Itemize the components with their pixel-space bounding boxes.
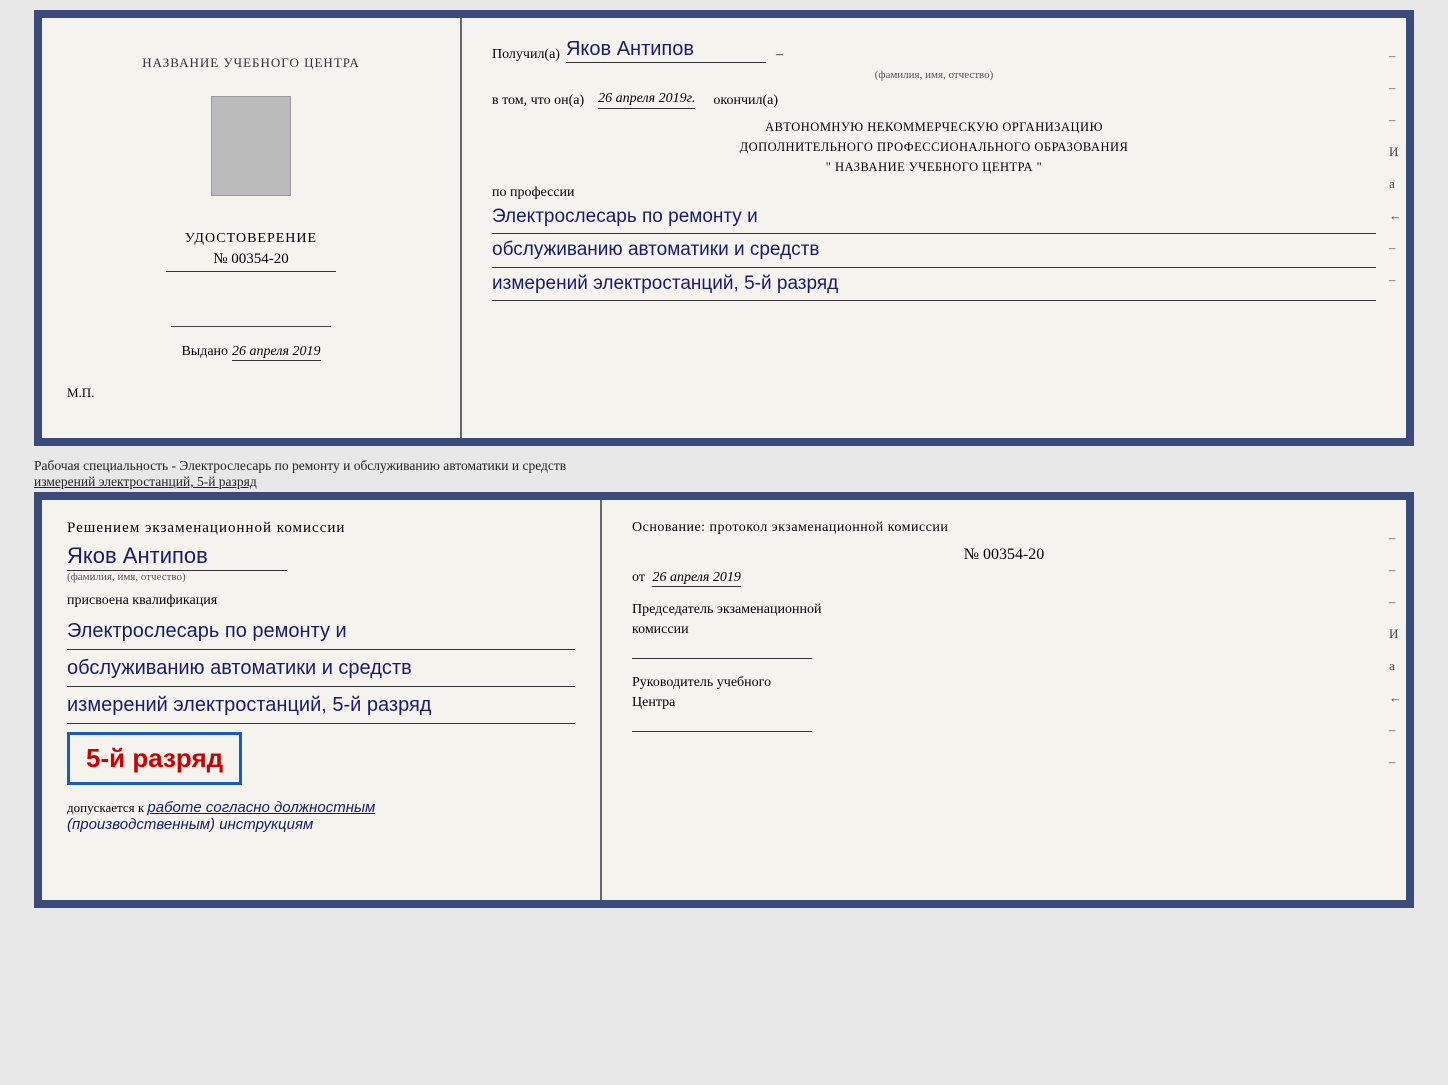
protocol-number: № 00354-20	[632, 546, 1376, 564]
dopuskaetsya-label: допускается к	[67, 800, 144, 815]
predsedatel-signature-line	[632, 643, 812, 659]
diploma-right-panel: Получил(а) Яков Антипов – (фамилия, имя,…	[462, 18, 1406, 438]
photo-placeholder	[211, 96, 291, 196]
vydano-label: Выдано	[181, 344, 228, 359]
between-line2: измерений электростанций, 5-й разряд	[34, 474, 1414, 490]
side-dashes-top: – – – И а ← – –	[1389, 48, 1406, 288]
rukovoditel-label: Руководитель учебного Центра	[632, 673, 1376, 712]
fam-label-top: (фамилия, имя, отчество)	[492, 69, 1376, 81]
bottom-name: Яков Антипов	[67, 543, 287, 571]
osnovaniye-label: Основание: протокол экзаменационной коми…	[632, 520, 1376, 536]
inst-line2: ДОПОЛНИТЕЛЬНОГО ПРОФЕССИОНАЛЬНОГО ОБРАЗО…	[492, 137, 1376, 157]
dopusk-text2: (производственным) инструкциям	[67, 816, 313, 833]
protocol-date-row: от 26 апреля 2019	[632, 570, 1376, 586]
qual-line2: обслуживанию автоматики и средств	[67, 650, 575, 687]
komissia-title: Решением экзаменационной комиссии	[67, 520, 575, 537]
protocol-date-val: 26 апреля 2019	[652, 570, 740, 587]
inst-line1: АВТОНОМНУЮ НЕКОММЕРЧЕСКУЮ ОРГАНИЗАЦИЮ	[492, 117, 1376, 137]
bottom-right-panel: Основание: протокол экзаменационной коми…	[602, 500, 1406, 900]
vydano-section: Выдано 26 апреля 2019	[181, 342, 320, 360]
center-title-top: НАЗВАНИЕ УЧЕБНОГО ЦЕНТРА	[142, 55, 359, 71]
vtom-label: в том, что он(а)	[492, 93, 584, 109]
side-dashes-bottom: – – – И а ← – –	[1389, 530, 1406, 770]
profession-line1: Электрослесарь по ремонту и	[492, 201, 1376, 234]
top-diploma: НАЗВАНИЕ УЧЕБНОГО ЦЕНТРА УДОСТОВЕРЕНИЕ №…	[34, 10, 1414, 446]
udostoverenie-label: УДОСТОВЕРЕНИЕ № 00354-20	[166, 211, 336, 272]
qual-line1: Электрослесарь по ремонту и	[67, 613, 575, 650]
poluchil-name: Яков Антипов	[566, 38, 766, 63]
vtom-date: 26 апреля 2019г.	[598, 91, 695, 109]
bottom-name-row: Яков Антипов	[67, 543, 575, 571]
institution-block: АВТОНОМНУЮ НЕКОММЕРЧЕСКУЮ ОРГАНИЗАЦИЮ ДО…	[492, 117, 1376, 177]
between-line2-underline: измерений электростанций, 5-й разряд	[34, 474, 257, 489]
razryad-badge: 5-й разряд	[67, 732, 242, 785]
predsedatel-label: Председатель экзаменационной комиссии	[632, 600, 1376, 639]
po-professii-label: по профессии	[492, 185, 1376, 201]
bottom-diploma: Решением экзаменационной комиссии Яков А…	[34, 492, 1414, 908]
poluchil-label: Получил(а)	[492, 47, 560, 63]
vydano-date: 26 апреля 2019	[232, 344, 320, 361]
profession-line2: обслуживанию автоматики и средств	[492, 234, 1376, 267]
dopusk-text1: работе согласно должностным	[147, 799, 375, 816]
qual-line3: измерений электростанций, 5-й разряд	[67, 687, 575, 724]
dopuskaetsya-block: допускается к работе согласно должностны…	[67, 799, 575, 833]
profession-line3: измерений электростанций, 5-й разряд	[492, 268, 1376, 301]
razryad-text: 5-й разряд	[86, 743, 223, 773]
between-line1: Рабочая специальность - Электрослесарь п…	[34, 458, 1414, 474]
mp-label: М.П.	[62, 385, 440, 401]
okonchil-label: окончил(а)	[713, 93, 778, 109]
diploma-left-panel: НАЗВАНИЕ УЧЕБНОГО ЦЕНТРА УДОСТОВЕРЕНИЕ №…	[42, 18, 462, 438]
prisvoena-label: присвоена квалификация	[67, 593, 575, 609]
ot-label: от	[632, 570, 645, 585]
fam-label-bottom: (фамилия, имя, отчество)	[67, 571, 575, 583]
bottom-left-panel: Решением экзаменационной комиссии Яков А…	[42, 500, 602, 900]
poluchil-row: Получил(а) Яков Антипов –	[492, 38, 1376, 63]
inst-line3: " НАЗВАНИЕ УЧЕБНОГО ЦЕНТРА "	[492, 157, 1376, 177]
rukovoditel-signature-line	[632, 716, 812, 732]
vtom-row: в том, что он(а) 26 апреля 2019г. окончи…	[492, 91, 1376, 109]
between-text: Рабочая специальность - Электрослесарь п…	[34, 454, 1414, 492]
